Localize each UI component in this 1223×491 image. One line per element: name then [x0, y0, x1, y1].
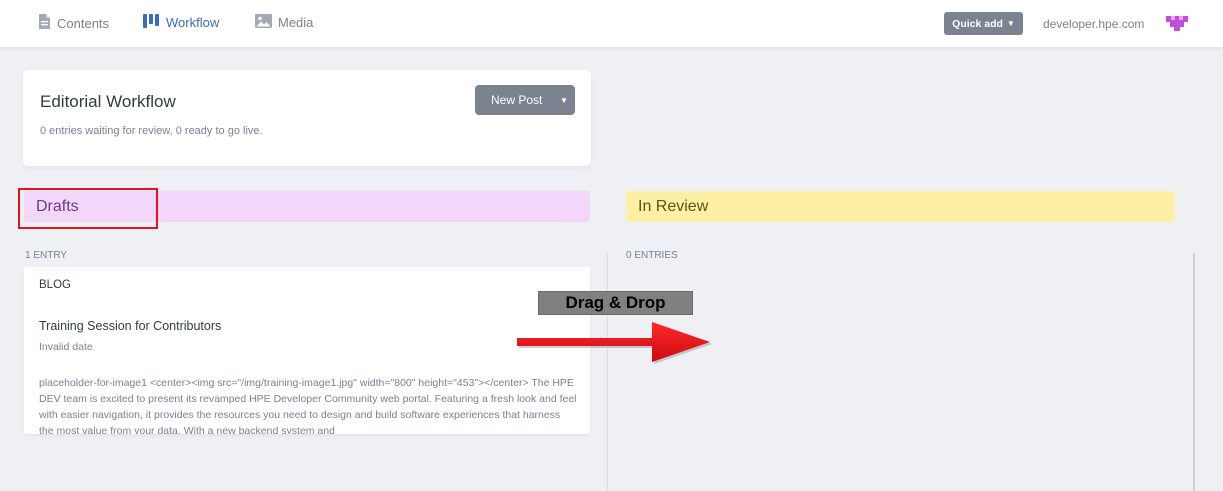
- avatar[interactable]: [1166, 12, 1188, 34]
- column-title-in-review: In Review: [638, 197, 709, 215]
- site-link[interactable]: developer.hpe.com: [1043, 17, 1144, 31]
- entry-card[interactable]: BLOG Training Session for Contributors I…: [24, 267, 590, 434]
- chevron-down-icon[interactable]: ▼: [553, 96, 575, 105]
- column-header-in-review: In Review: [626, 191, 1175, 222]
- quick-add-label: Quick add: [952, 17, 1003, 30]
- top-nav-bar: Contents Workflow Media Quick add ▼ deve…: [0, 0, 1223, 47]
- column-divider: [607, 253, 608, 491]
- chevron-down-icon: ▼: [1006, 19, 1015, 28]
- nav-contents[interactable]: Contents: [38, 14, 109, 32]
- image-icon: [255, 14, 272, 31]
- nav-media-label: Media: [278, 15, 314, 30]
- new-post-button[interactable]: New Post ▼: [475, 85, 575, 115]
- highlight-box: [18, 188, 158, 229]
- document-icon: [38, 14, 51, 32]
- workflow-icon: [143, 14, 160, 31]
- entry-title: Training Session for Contributors: [39, 319, 222, 333]
- column-divider: [1193, 253, 1195, 491]
- in-review-entry-count: 0 ENTRIES: [626, 250, 678, 261]
- drafts-entry-count: 1 ENTRY: [25, 250, 68, 261]
- new-post-label: New Post: [491, 93, 543, 107]
- entry-body: placeholder-for-image1 <center><img src=…: [39, 377, 577, 434]
- workflow-header-card: Editorial Workflow 0 entries waiting for…: [23, 70, 591, 166]
- entry-date: Invalid date: [39, 341, 93, 353]
- nav-workflow-label: Workflow: [166, 15, 220, 30]
- workflow-summary: 0 entries waiting for review, 0 ready to…: [40, 125, 263, 137]
- nav-media[interactable]: Media: [255, 14, 313, 31]
- entry-collection: BLOG: [39, 279, 71, 291]
- drag-drop-label: Drag & Drop: [538, 291, 693, 315]
- page-title: Editorial Workflow: [40, 92, 176, 111]
- quick-add-button[interactable]: Quick add ▼: [944, 12, 1023, 35]
- nav-contents-label: Contents: [57, 15, 110, 31]
- arrow-icon: [517, 322, 712, 364]
- nav-workflow[interactable]: Workflow: [143, 14, 219, 31]
